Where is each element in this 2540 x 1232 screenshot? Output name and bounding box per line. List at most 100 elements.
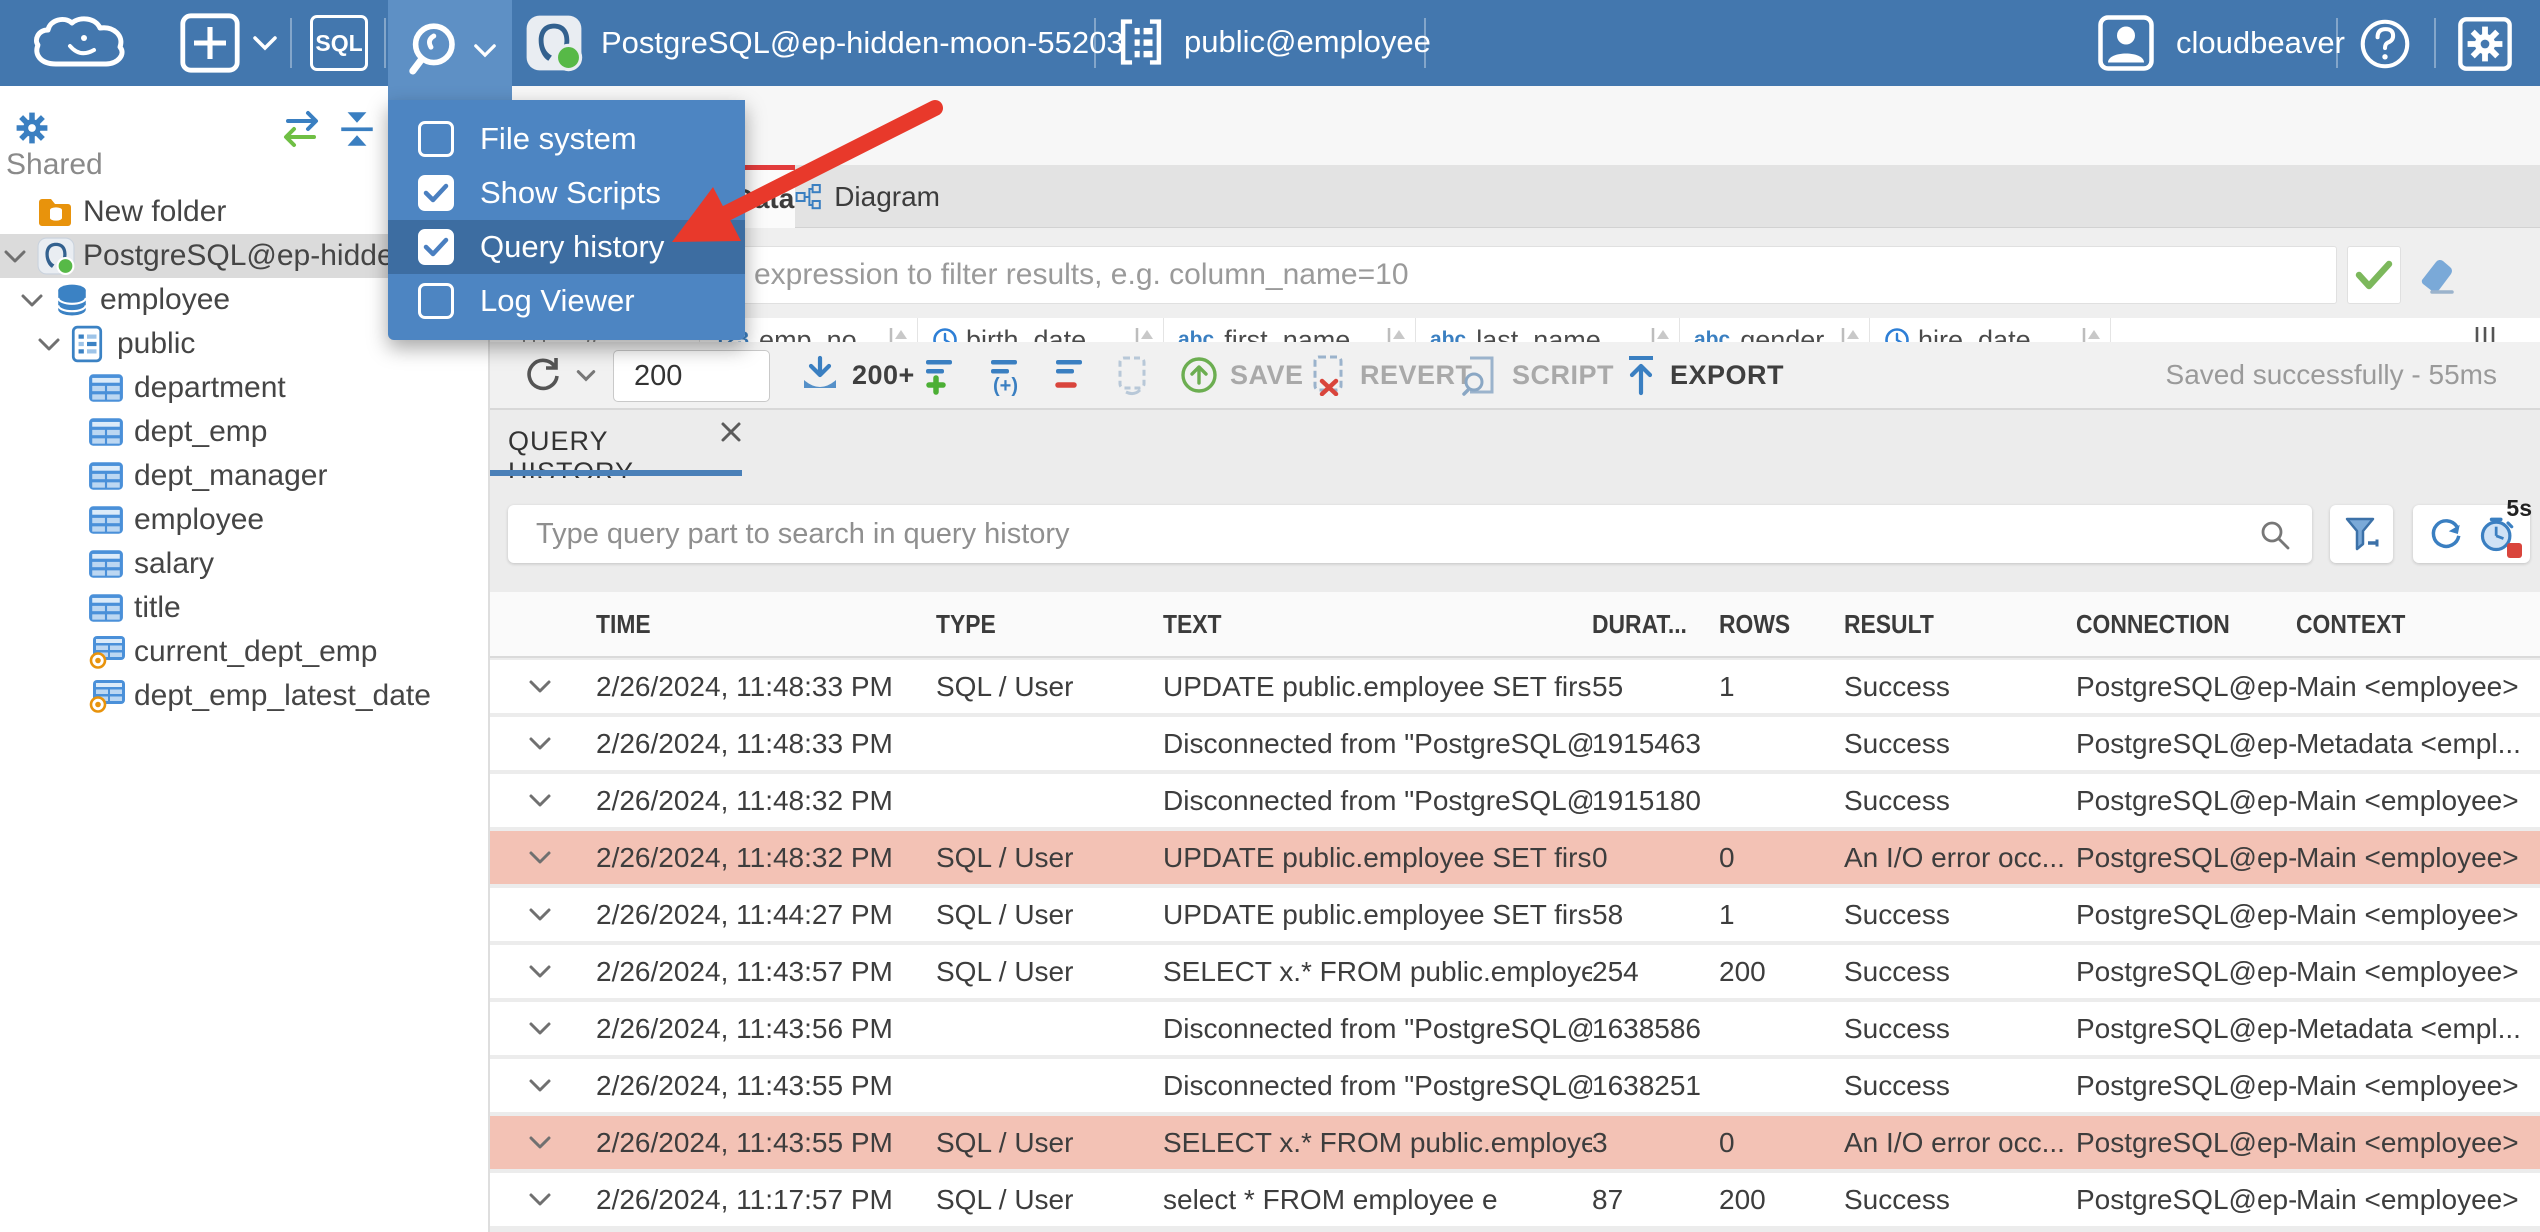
tree-item-dept-emp[interactable]: dept_emp: [0, 410, 488, 454]
column-settings-icon[interactable]: [2472, 324, 2498, 342]
grid-column-last-name[interactable]: abc last_name: [1416, 318, 1680, 342]
cloudbeaver-logo-icon[interactable]: [26, 12, 138, 76]
divider: [290, 18, 292, 68]
row-expander-icon[interactable]: [490, 1192, 596, 1207]
cell-time: 2/26/2024, 11:48:33 PM: [596, 670, 893, 702]
history-row[interactable]: 2/26/2024, 11:48:33 PM Disconnected from …: [490, 717, 2540, 770]
revert-button[interactable]: REVERT: [1308, 342, 1473, 408]
history-column-durat[interactable]: DURAT...: [1592, 609, 1719, 640]
row-limit-input[interactable]: [613, 350, 770, 402]
checkbox-icon[interactable]: [418, 121, 454, 157]
row-expander-icon[interactable]: [490, 1135, 596, 1150]
close-tab-icon[interactable]: [717, 418, 745, 451]
row-expander-icon[interactable]: [490, 964, 596, 979]
sort-icon[interactable]: [1385, 325, 1407, 342]
grid-column-birth-date[interactable]: birth_date: [918, 318, 1164, 342]
column-name: hire_date: [1918, 324, 2031, 343]
grid-column-hire-date[interactable]: hire_date: [1870, 318, 2111, 342]
history-row[interactable]: 2/26/2024, 11:43:56 PM Disconnected from …: [490, 1002, 2540, 1055]
row-expander-icon[interactable]: [490, 793, 596, 808]
row-expander-icon[interactable]: [490, 1021, 596, 1036]
add-row-button[interactable]: [922, 342, 964, 408]
history-column-context[interactable]: CONTEXT: [2296, 609, 2540, 640]
save-button[interactable]: SAVE: [1178, 342, 1304, 408]
sort-icon[interactable]: [1649, 325, 1671, 342]
delete-row-button[interactable]: [1052, 342, 1094, 408]
tree-expander-icon[interactable]: [3, 249, 37, 264]
history-row[interactable]: 2/26/2024, 11:43:55 PM SQL / User SELECT x…: [490, 1116, 2540, 1169]
tree-item-title[interactable]: title: [0, 586, 488, 630]
history-row[interactable]: 2/26/2024, 11:44:27 PM SQL / User UPDATE p…: [490, 888, 2540, 941]
history-column-time[interactable]: TIME: [596, 609, 936, 640]
settings-button[interactable]: [2456, 15, 2514, 73]
user-menu[interactable]: cloudbeaver: [2096, 13, 2345, 73]
duplicate-row-button[interactable]: (+): [987, 342, 1029, 408]
sort-icon[interactable]: [1839, 325, 1861, 342]
history-row[interactable]: 2/26/2024, 11:17:57 PM SQL / User select *…: [490, 1173, 2540, 1226]
tab-diagram[interactable]: Diagram: [795, 165, 940, 228]
schema-selector[interactable]: public@employee: [1118, 16, 1431, 68]
sort-icon[interactable]: [887, 325, 909, 342]
menu-item-file-system[interactable]: File system: [388, 112, 745, 166]
tree-item-department[interactable]: department: [0, 366, 488, 410]
tree-expander-icon[interactable]: [37, 337, 71, 352]
cell-text: UPDATE public.employee SET first_...: [1163, 841, 1592, 873]
export-button[interactable]: EXPORT: [1622, 342, 1784, 408]
history-row[interactable]: 2/26/2024, 11:43:55 PM Disconnected from …: [490, 1059, 2540, 1112]
fetch-more-button[interactable]: 200+: [798, 342, 915, 408]
cell-duration: 58: [1592, 898, 1624, 930]
row-expander-icon[interactable]: [490, 907, 596, 922]
connection-selector[interactable]: PostgreSQL@ep-hidden-moon-55203: [525, 14, 1124, 72]
refresh-results-button[interactable]: [520, 342, 596, 408]
view-icon: [88, 679, 134, 713]
clear-filter-eraser-icon[interactable]: [2412, 254, 2458, 301]
checkbox-icon[interactable]: [418, 229, 454, 265]
tab-query-history[interactable]: QUERY HISTORY: [490, 410, 745, 487]
filter-expression-input[interactable]: [505, 246, 2337, 304]
tree-item-employee[interactable]: employee: [0, 498, 488, 542]
row-expander-icon[interactable]: [490, 679, 596, 694]
collapse-all-icon[interactable]: [336, 108, 378, 155]
menu-item-show-scripts[interactable]: Show Scripts: [388, 166, 745, 220]
data-grid-header-strip: #123emp_nobirth_dateabcfirst_nameabclast…: [490, 318, 2540, 342]
menu-item-log-viewer[interactable]: Log Viewer: [388, 274, 745, 328]
sort-icon[interactable]: [1133, 325, 1155, 342]
history-column-text[interactable]: TEXT: [1163, 609, 1592, 640]
tree-item-dept-manager[interactable]: dept_manager: [0, 454, 488, 498]
tree-expander-icon[interactable]: [20, 293, 54, 308]
grid-column-first-name[interactable]: abc first_name: [1164, 318, 1416, 342]
sync-connection-icon[interactable]: [278, 108, 324, 155]
row-expander-icon[interactable]: [490, 736, 596, 751]
script-button[interactable]: SCRIPT: [1460, 342, 1614, 408]
menu-item-query-history[interactable]: Query history: [388, 220, 745, 274]
tree-item-salary[interactable]: salary: [0, 542, 488, 586]
history-row[interactable]: 2/26/2024, 11:48:32 PM SQL / User UPDATE p…: [490, 831, 2540, 884]
apply-filter-button[interactable]: [2347, 246, 2401, 304]
tools-menu-button[interactable]: [388, 0, 512, 100]
checkbox-icon[interactable]: [418, 283, 454, 319]
grid-column-gender[interactable]: abc gender: [1680, 318, 1870, 342]
history-row[interactable]: 2/26/2024, 11:43:57 PM SQL / User SELECT x…: [490, 945, 2540, 998]
row-expander-icon[interactable]: [490, 850, 596, 865]
history-column-result[interactable]: RESULT: [1844, 609, 2076, 640]
sql-editor-button[interactable]: SQL: [310, 15, 368, 71]
history-row[interactable]: 2/26/2024, 11:48:32 PM Disconnected from …: [490, 774, 2540, 827]
history-filter-button[interactable]: [2330, 505, 2393, 563]
sort-icon[interactable]: [2080, 325, 2102, 342]
duplicate-row-icon: (+): [991, 360, 1018, 396]
row-expander-icon[interactable]: [490, 1078, 596, 1093]
tree-item-current-dept-emp[interactable]: current_dept_emp: [0, 630, 488, 674]
history-column-type[interactable]: TYPE: [936, 609, 1163, 640]
history-refresh-controls[interactable]: 5s: [2413, 495, 2532, 563]
checkbox-icon[interactable]: [418, 175, 454, 211]
help-button[interactable]: [2358, 17, 2412, 71]
cell-text: Disconnected from "PostgreSQL@e...: [1163, 1012, 1592, 1044]
history-column-rows[interactable]: ROWS: [1719, 609, 1844, 640]
history-row[interactable]: 2/26/2024, 11:48:33 PM SQL / User UPDATE p…: [490, 660, 2540, 713]
history-column-connection[interactable]: CONNECTION: [2076, 609, 2296, 640]
cell-time: 2/26/2024, 11:44:27 PM: [596, 898, 893, 930]
tree-item-dept-emp-latest-date[interactable]: dept_emp_latest_date: [0, 674, 488, 718]
query-history-search-input[interactable]: [508, 505, 2312, 563]
revert-cell-button[interactable]: [1112, 342, 1154, 408]
new-connection-button[interactable]: [178, 11, 278, 75]
